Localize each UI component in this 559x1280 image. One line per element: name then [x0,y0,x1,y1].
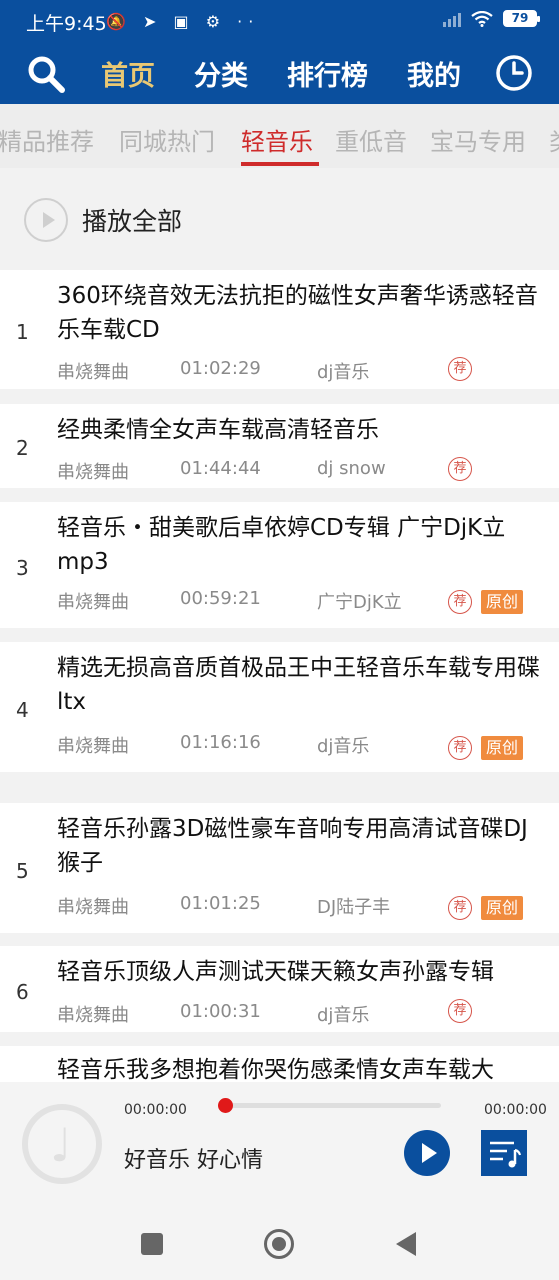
song-index: 4 [16,698,29,722]
recommend-badge: 荐 [448,457,472,481]
song-title[interactable]: 360环绕音效无法抗拒的磁性女声奢华诱惑轻音乐车载CD [57,279,541,347]
song-genre: 串烧舞曲 [57,1005,129,1026]
mute-icon: 🔕 [106,12,132,31]
song-artist: dj音乐 [317,1005,370,1026]
song-genre: 串烧舞曲 [57,592,129,613]
category-tab[interactable]: 类 [549,122,559,157]
original-badge: 原创 [481,736,524,760]
category-tab[interactable]: 精品推荐 [0,122,94,157]
category-strip: 精品推荐 同城热门 轻音乐 重低音 宝马专用 类 [0,104,559,168]
recommend-badge: 荐 [448,357,472,381]
category-tab[interactable]: 重低音 [335,122,407,157]
song-artist: DJ陆子丰 [317,897,391,918]
song-row[interactable]: 1 360环绕音效无法抗拒的磁性女声奢华诱惑轻音乐车载CD 串烧舞曲 01:02… [0,270,559,389]
song-artist: 广宁DjK立 [317,592,402,613]
play-all-bar[interactable]: 播放全部 [0,168,559,270]
system-nav-bar [0,1204,559,1280]
song-artist: dj音乐 [317,736,370,757]
song-duration: 01:16:16 [180,732,261,753]
back-icon[interactable] [396,1232,416,1256]
notification-icons: 🔕 ➤ ▣ ⚙ ·· [106,12,259,31]
song-genre: 串烧舞曲 [57,462,129,483]
progress-bar[interactable] [218,1098,441,1113]
song-title[interactable]: 轻音乐我多想抱着你哭伤感柔情女声车载大 [57,1053,541,1082]
player-title: 好音乐 好心情 [124,1148,263,1173]
song-row[interactable]: 4 精选无损高音质首极品王中王轻音乐车载专用碟 ltx 串烧舞曲 01:16:1… [0,642,559,772]
song-duration: 01:00:31 [180,1001,261,1022]
status-bar: 上午9:45 🔕 ➤ ▣ ⚙ ·· 79 [0,0,559,42]
song-duration: 01:02:29 [180,358,261,379]
song-genre: 串烧舞曲 [57,362,129,383]
song-title[interactable]: 经典柔情全女声车载高清轻音乐 [57,413,541,447]
song-title[interactable]: 精选无损高音质首极品王中王轻音乐车载专用碟 ltx [57,651,541,719]
top-nav: 首页 分类 排行榜 我的 [0,42,559,104]
song-duration: 01:44:44 [180,458,261,479]
song-title[interactable]: 轻音乐顶级人声测试天碟天籁女声孙露专辑 [57,955,541,989]
song-row[interactable]: 5 轻音乐孙露3D磁性豪车音响专用高清试音碟DJ猴子 串烧舞曲 01:01:25… [0,803,559,933]
tab-mine[interactable]: 我的 [407,54,461,93]
category-tab-active[interactable]: 轻音乐 [241,122,313,157]
song-row[interactable]: 轻音乐我多想抱着你哭伤感柔情女声车载大 [0,1046,559,1082]
signal-icon [443,11,461,27]
search-icon[interactable] [26,54,66,94]
song-title[interactable]: 轻音乐・甜美歌后卓依婷CD专辑 广宁DjK立mp3 [57,511,541,579]
song-row[interactable]: 2 经典柔情全女声车载高清轻音乐 串烧舞曲 01:44:44 dj snow 荐 [0,404,559,488]
song-duration: 00:59:21 [180,588,261,609]
recommend-badge: 荐 [448,896,472,920]
song-row[interactable]: 3 轻音乐・甜美歌后卓依婷CD专辑 广宁DjK立mp3 串烧舞曲 00:59:2… [0,502,559,628]
song-title[interactable]: 轻音乐孙露3D磁性豪车音响专用高清试音碟DJ猴子 [57,812,541,880]
status-time: 上午9:45 [26,13,107,35]
song-duration: 01:01:25 [180,893,261,914]
song-artist: dj snow [317,458,386,479]
progress-knob[interactable] [218,1098,233,1113]
song-index: 6 [16,980,29,1004]
category-tab[interactable]: 同城热门 [119,122,215,157]
mini-player: ♩ 00:00:00 00:00:00 好音乐 好心情 [0,1082,559,1204]
more-icon: ·· [237,12,260,31]
original-badge: 原创 [481,896,524,920]
song-index: 5 [16,859,29,883]
recent-apps-icon[interactable] [141,1233,163,1255]
song-artist: dj音乐 [317,362,370,383]
song-row[interactable]: 6 轻音乐顶级人声测试天碟天籁女声孙露专辑 串烧舞曲 01:00:31 dj音乐… [0,946,559,1032]
album-disc[interactable]: ♩ [22,1104,102,1184]
song-genre: 串烧舞曲 [57,736,129,757]
song-index: 2 [16,436,29,460]
history-clock-icon[interactable] [495,54,533,92]
current-time: 00:00:00 [124,1102,187,1118]
music-note-icon: ♩ [50,1118,72,1172]
recommend-badge: 荐 [448,999,472,1023]
gear-icon: ⚙ [205,12,227,31]
category-tab[interactable]: 宝马专用 [430,122,526,157]
song-genre: 串烧舞曲 [57,897,129,918]
play-all-label[interactable]: 播放全部 [82,202,182,238]
tab-ranking[interactable]: 排行榜 [287,54,368,93]
recommend-badge: 荐 [448,736,472,760]
original-badge: 原创 [481,590,524,614]
playlist-icon[interactable] [481,1130,527,1176]
tab-home[interactable]: 首页 [101,54,155,93]
total-time: 00:00:00 [484,1102,547,1118]
app-header: 上午9:45 🔕 ➤ ▣ ⚙ ·· 79 首页 分类 排行榜 我的 [0,0,559,104]
play-circle-icon[interactable] [24,198,68,242]
active-tab-indicator [241,162,319,166]
telegram-icon: ➤ [143,12,163,31]
app-icon: ▣ [173,12,195,31]
recommend-badge: 荐 [448,590,472,614]
status-right: 79 [443,10,540,27]
home-icon[interactable] [264,1229,294,1259]
song-index: 3 [16,556,29,580]
play-button[interactable] [404,1130,450,1176]
song-index: 1 [16,320,29,344]
wifi-icon [471,10,493,27]
tab-category[interactable]: 分类 [194,54,248,93]
battery-indicator: 79 [503,10,540,27]
